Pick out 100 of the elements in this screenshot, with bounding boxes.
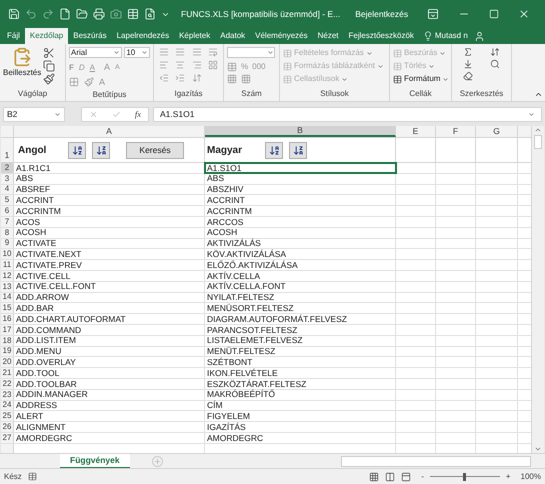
row-header[interactable]: 15	[1, 303, 14, 314]
column-header[interactable]: G	[476, 126, 518, 137]
wrap-text-icon[interactable]	[206, 47, 220, 57]
tell-me-field[interactable]: Mutasd n	[434, 30, 468, 42]
zoom-slider[interactable]	[430, 472, 500, 480]
insert-function-button[interactable]: fx	[134, 108, 142, 120]
caret-icon[interactable]	[141, 49, 148, 56]
row-header[interactable]: 24	[1, 400, 14, 410]
row-header[interactable]: 6	[1, 206, 14, 216]
scroll-thumb[interactable]	[534, 135, 542, 149]
horizontal-scrollbar[interactable]	[341, 456, 531, 466]
ribbon-tab[interactable]: Fejlesztőeszközök	[344, 28, 419, 44]
ribbon-tab[interactable]: Lapelrendezés	[112, 28, 174, 44]
ribbon-tab[interactable]: Kezdőlap	[24, 28, 68, 44]
page-layout-icon[interactable]	[385, 472, 396, 482]
caret-icon[interactable]	[113, 49, 120, 56]
new-file-icon[interactable]	[59, 8, 71, 20]
font-size-field[interactable]: 10	[124, 47, 150, 58]
row-header[interactable]: 7	[1, 216, 14, 227]
copy-icon[interactable]	[43, 60, 56, 72]
save-icon[interactable]	[8, 8, 20, 20]
table-cell: ADD.CHART.AUTOFORMAT	[14, 314, 205, 324]
cut-icon[interactable]	[43, 47, 56, 59]
row-header[interactable]: 5	[1, 195, 14, 206]
account-icon[interactable]	[474, 30, 485, 42]
collapse-ribbon-icon[interactable]	[534, 90, 543, 99]
normal-view-icon[interactable]	[369, 472, 380, 482]
format-painter-icon[interactable]	[43, 73, 56, 85]
row-header[interactable]: 17	[1, 324, 14, 335]
sort-descending-button[interactable]	[92, 142, 110, 158]
row-header[interactable]: 11	[1, 260, 14, 270]
zoom-out-button[interactable]: -	[421, 470, 424, 482]
merge-icon[interactable]	[206, 60, 220, 70]
row-header[interactable]: 10	[1, 249, 14, 260]
vertical-scrollbar[interactable]	[531, 126, 544, 453]
caret-icon[interactable]	[528, 110, 535, 118]
sort-ascending-button[interactable]	[265, 142, 283, 158]
row-header[interactable]: 25	[1, 411, 14, 422]
table-icon[interactable]	[393, 74, 402, 84]
cells-menu-button[interactable]: Formátum	[393, 73, 448, 85]
ribbon-tab[interactable]: Adatok	[215, 28, 250, 44]
row-header[interactable]: 14	[1, 292, 14, 302]
scroll-up-icon[interactable]	[534, 126, 542, 134]
ribbon-tab[interactable]: Beszúrás	[68, 28, 112, 44]
table-cell: PARANCSOT.FELTESZ	[205, 324, 396, 335]
row-header[interactable]: 26	[1, 422, 14, 432]
folder-icon[interactable]	[76, 8, 88, 20]
row-header[interactable]: 8	[1, 228, 14, 238]
sign-in-link[interactable]: Bejelentkezés	[355, 8, 408, 20]
lightbulb-icon[interactable]	[422, 31, 433, 41]
ribbon-tab[interactable]: Fájl	[2, 28, 25, 44]
row-header[interactable]: 21	[1, 368, 14, 378]
caret-icon[interactable]	[267, 49, 274, 56]
row-header[interactable]: 2	[1, 163, 14, 173]
row-header[interactable]: 12	[1, 270, 14, 281]
row-header[interactable]: 13	[1, 282, 14, 292]
table-cell: ACOSH	[14, 228, 205, 238]
sort-descending-button[interactable]	[289, 142, 307, 158]
table-cell: KÖV.AKTIVIZÁLÁSA	[205, 249, 396, 260]
row-header[interactable]: 1	[1, 138, 14, 162]
row-header[interactable]: 22	[1, 378, 14, 389]
page-break-icon[interactable]	[401, 472, 412, 482]
column-header[interactable]: F	[436, 126, 476, 137]
window-title: FUNCS.XLS [kompatibilis üzemmód] - E...	[181, 8, 340, 20]
ribbon-display-icon[interactable]	[427, 8, 440, 20]
maximize-icon[interactable]	[489, 9, 500, 19]
row-header[interactable]: 23	[1, 390, 14, 400]
close-icon[interactable]	[518, 8, 530, 20]
scroll-down-icon[interactable]	[534, 445, 542, 453]
paste-button[interactable]: Beillesztés	[3, 47, 42, 85]
row-header[interactable]: 3	[1, 174, 14, 184]
row-header[interactable]: 27	[1, 432, 14, 443]
formula-field[interactable]: A1.S1O1	[153, 106, 542, 122]
row-header[interactable]: 20	[1, 357, 14, 368]
indent-decrease-icon[interactable]	[157, 73, 170, 83]
sheet-tab[interactable]: Függvények	[60, 454, 130, 468]
ribbon-tab[interactable]: Véleményezés	[250, 28, 313, 44]
status-text: Kész	[4, 470, 22, 482]
print-preview-icon[interactable]	[144, 8, 156, 20]
fill-color-icon[interactable]	[84, 77, 94, 88]
column-header[interactable]: E	[396, 126, 436, 137]
row-header[interactable]: 18	[1, 336, 14, 346]
column-header[interactable]: B	[205, 126, 396, 137]
sort-ascending-button[interactable]	[68, 142, 86, 158]
name-box[interactable]: B2	[3, 106, 65, 122]
zoom-in-button[interactable]: +	[506, 470, 511, 482]
search-button[interactable]: Keresés	[126, 142, 184, 158]
ribbon-tab[interactable]: Nézet	[312, 28, 344, 44]
number-format-field[interactable]	[227, 47, 275, 58]
caret-icon[interactable]	[54, 110, 61, 118]
table-cell: AMORDEGRC	[14, 432, 205, 443]
row-header[interactable]: 9	[1, 238, 14, 248]
ribbon-tab[interactable]: Képletek	[174, 28, 216, 44]
borders-icon[interactable]	[69, 77, 79, 88]
zoom-level[interactable]: 100%	[520, 470, 541, 482]
printer-icon[interactable]	[93, 8, 105, 20]
row-header[interactable]: 4	[1, 184, 14, 194]
row-header[interactable]: 19	[1, 346, 14, 356]
font-family-field[interactable]: Arial	[69, 47, 122, 58]
row-header[interactable]: 16	[1, 314, 14, 324]
